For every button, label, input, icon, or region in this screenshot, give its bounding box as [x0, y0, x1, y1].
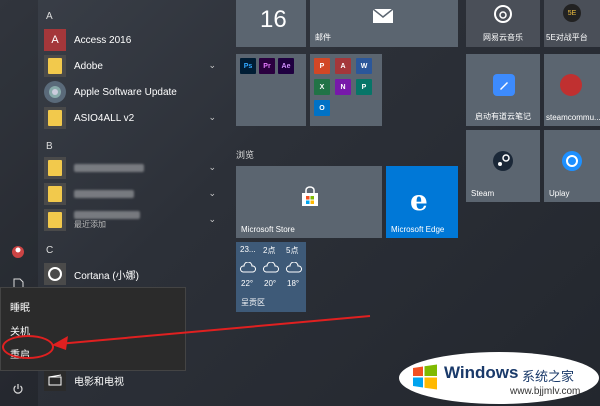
cloud-icon — [239, 260, 257, 278]
photoshop-icon[interactable]: Ps — [240, 58, 256, 74]
mail-icon — [372, 8, 394, 29]
steam-community-label: steamcommu... — [546, 113, 600, 122]
weather-temp-1: 22° — [241, 279, 254, 288]
weather-location: 呈贡区 — [241, 298, 265, 307]
powerpoint-icon[interactable]: P — [314, 58, 330, 74]
chevron-down-icon: ⌄ — [208, 162, 216, 172]
user-avatar-icon[interactable] — [9, 243, 27, 261]
browse-group-title[interactable]: 浏览 — [236, 148, 254, 161]
app-cortana[interactable]: Cortana (小娜) — [44, 262, 222, 286]
app-blurred-1[interactable]: ⌄ — [44, 156, 222, 180]
publisher-icon[interactable]: P — [356, 79, 372, 95]
blurred-label — [74, 164, 144, 172]
uplay-icon — [561, 150, 583, 177]
watermark-sub: 系统之家 — [522, 369, 575, 384]
mail-label: 邮件 — [315, 33, 331, 42]
after-effects-icon[interactable]: Ae — [278, 58, 294, 74]
folder-icon — [44, 183, 66, 205]
weather-time-1: 23... — [240, 245, 256, 254]
outlook-icon[interactable]: O — [314, 100, 330, 116]
store-label: Microsoft Store — [241, 225, 295, 234]
app-apple-update-label: Apple Software Update — [74, 86, 177, 98]
cortana-icon — [44, 263, 66, 285]
chevron-down-icon: ⌄ — [208, 214, 216, 224]
netease-icon — [493, 4, 513, 29]
sleep-option[interactable]: 睡眠 — [10, 299, 30, 314]
chevron-down-icon: ⌄ — [208, 112, 216, 122]
weather-time-2: 2点 — [263, 246, 276, 255]
youdao-label: 启动有道云笔记 — [475, 112, 531, 121]
excel-icon[interactable]: X — [314, 79, 330, 95]
group-letter-c[interactable]: C — [46, 245, 53, 256]
steam-icon — [492, 150, 514, 177]
uplay-tile[interactable]: Uplay — [544, 130, 600, 202]
app-adobe-label: Adobe — [74, 60, 103, 72]
watermark: Windows 系统之家 www.bjjmlv.com — [398, 350, 600, 406]
cloud-icon — [262, 260, 280, 278]
access-icon: A — [44, 29, 66, 51]
folder-icon — [44, 209, 66, 231]
calendar-day: 16 — [260, 6, 287, 33]
office-group-tile[interactable]: P A W X N P O — [310, 54, 382, 126]
app-access[interactable]: A Access 2016 — [44, 28, 222, 52]
calendar-tile[interactable]: 16 — [236, 0, 306, 47]
fivee-label: 5E对战平台 — [546, 33, 588, 42]
uplay-label: Uplay — [549, 189, 570, 198]
watermark-brand: Windows — [444, 363, 519, 382]
weather-temp-3: 18° — [287, 279, 300, 288]
apple-update-icon — [44, 81, 66, 103]
film-clapper-icon — [44, 369, 66, 391]
weather-temp-2: 20° — [264, 279, 277, 288]
app-movies-label: 电影和电视 — [74, 376, 124, 388]
edge-tile[interactable]: e Microsoft Edge — [386, 166, 458, 238]
folder-icon — [44, 55, 66, 77]
netease-music-tile[interactable]: 网易云音乐 — [466, 0, 540, 47]
fivee-icon: 5E — [563, 4, 581, 22]
note-icon — [493, 74, 515, 96]
steam-label: Steam — [471, 189, 495, 198]
watermark-url: www.bjjmlv.com — [510, 386, 581, 397]
blurred-label — [74, 190, 134, 198]
app-blurred-3[interactable]: 最近添加 ⌄ — [44, 208, 222, 232]
group-letter-b[interactable]: B — [46, 141, 53, 152]
edge-label: Microsoft Edge — [391, 225, 445, 234]
store-tile[interactable]: Microsoft Store — [236, 166, 382, 238]
app-asio-label: ASIO4ALL v2 — [74, 112, 135, 124]
app-asio-folder[interactable]: ASIO4ALL v2 ⌄ — [44, 106, 222, 130]
weather-time-3: 5点 — [286, 246, 299, 255]
power-icon[interactable] — [9, 380, 27, 398]
adobe-group-tile[interactable]: Ps Pr Ae — [236, 54, 306, 126]
chevron-down-icon: ⌄ — [208, 60, 216, 70]
recently-added-label: 最近添加 — [74, 219, 106, 229]
edge-icon: e — [410, 184, 428, 217]
app-blurred-2[interactable]: ⌄ — [44, 182, 222, 206]
steam-community-tile[interactable]: steamcommu... — [544, 54, 600, 126]
word-icon[interactable]: W — [356, 58, 372, 74]
windows-logo-icon — [412, 364, 438, 395]
annotation-ellipse — [2, 335, 54, 359]
folder-icon — [44, 107, 66, 129]
folder-icon — [44, 157, 66, 179]
group-letter-a[interactable]: A — [46, 11, 53, 22]
youdao-note-tile[interactable]: 启动有道云笔记 — [466, 54, 540, 126]
fivee-tile[interactable]: 5E 5E对战平台 — [544, 0, 600, 47]
community-icon — [560, 74, 582, 96]
cloud-icon — [285, 260, 303, 278]
app-cortana-label: Cortana (小娜) — [74, 270, 140, 282]
steam-tile[interactable]: Steam — [466, 130, 540, 202]
store-bag-icon — [299, 186, 321, 213]
access-mini-icon[interactable]: A — [335, 58, 351, 74]
netease-label: 网易云音乐 — [483, 33, 523, 42]
blurred-label — [74, 210, 140, 219]
chevron-down-icon: ⌄ — [208, 188, 216, 198]
weather-tile[interactable]: 23... 2点 5点 22° 20° 18° 呈贡区 — [236, 242, 306, 312]
mail-tile[interactable]: 邮件 — [310, 0, 458, 47]
app-adobe-folder[interactable]: Adobe ⌄ — [44, 54, 222, 78]
app-movies[interactable]: 电影和电视 — [44, 368, 222, 392]
onenote-icon[interactable]: N — [335, 79, 351, 95]
app-access-label: Access 2016 — [74, 34, 132, 46]
premiere-icon[interactable]: Pr — [259, 58, 275, 74]
app-apple-update[interactable]: Apple Software Update — [44, 80, 222, 104]
